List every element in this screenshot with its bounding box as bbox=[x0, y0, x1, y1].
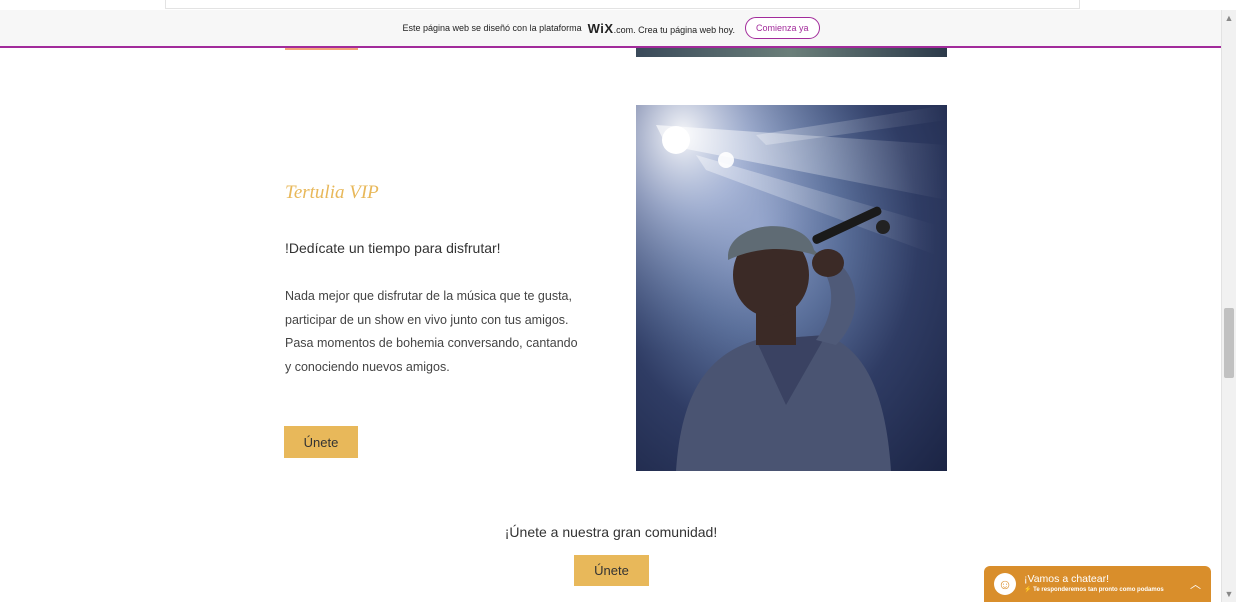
chat-subtitle-text: Te responderemos tan pronto como podamos bbox=[1033, 587, 1164, 594]
scroll-thumb[interactable] bbox=[1224, 308, 1234, 378]
section-body: Nada mejor que disfrutar de la música qu… bbox=[285, 289, 578, 374]
chat-title: ¡Vamos a chatear! bbox=[1024, 572, 1110, 585]
chat-widget[interactable]: ☺ ¡Vamos a chatear! ⚡ Te responderemos t… bbox=[984, 566, 1211, 602]
singer-photo-illustration bbox=[636, 105, 947, 471]
previous-section-button-edge bbox=[285, 48, 358, 50]
community-unete-button[interactable]: Únete bbox=[574, 555, 649, 586]
banner-text-after: .com. Crea tu página web hoy. bbox=[613, 24, 735, 35]
chevron-up-icon[interactable]: ︿ bbox=[1190, 576, 1201, 592]
unete-button[interactable]: Únete bbox=[284, 426, 358, 458]
singer-photo bbox=[636, 105, 947, 471]
top-field bbox=[165, 0, 1080, 9]
wix-banner: Este página web se diseñó con la platafo… bbox=[0, 10, 1222, 48]
comienza-ya-button[interactable]: Comienza ya bbox=[744, 17, 820, 39]
page-scrollbar[interactable]: ▲ ▼ bbox=[1221, 10, 1236, 602]
scroll-down-arrow-icon[interactable]: ▼ bbox=[1224, 588, 1234, 600]
chat-subtitle: ⚡ Te responderemos tan pronto como podam… bbox=[1024, 587, 1190, 594]
community-heading: ¡Únete a nuestra gran comunidad! bbox=[504, 524, 718, 540]
section-subtitle: !Dedícate un tiempo para disfrutar! bbox=[285, 240, 501, 256]
chat-texts: ¡Vamos a chatear! ⚡ Te responderemos tan… bbox=[1024, 572, 1190, 594]
scroll-up-arrow-icon[interactable]: ▲ bbox=[1224, 12, 1234, 24]
previous-section-image-edge bbox=[636, 48, 947, 57]
banner-text-before: Este página web se diseñó con la platafo… bbox=[402, 23, 582, 33]
wix-logo: WiX bbox=[587, 20, 614, 36]
lightning-icon: ⚡ bbox=[1024, 587, 1032, 594]
banner-brand-text: WiX .com. Crea tu página web hoy. bbox=[588, 21, 735, 36]
section-title: Tertulia VIP bbox=[285, 182, 379, 203]
smile-icon: ☺ bbox=[994, 573, 1016, 595]
